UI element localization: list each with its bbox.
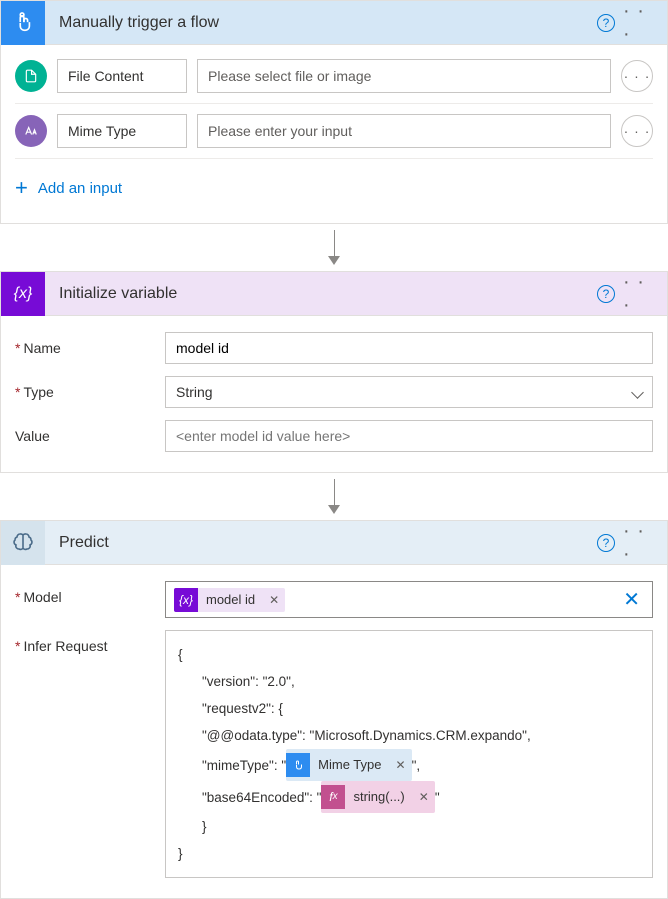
trigger-card: Manually trigger a flow ? · · · File Con…	[0, 0, 668, 224]
touch-icon	[286, 753, 310, 777]
variable-title: Initialize variable	[45, 285, 597, 303]
predict-title: Predict	[45, 534, 597, 552]
code-line: "mimeType": " Mime Type ✕ ",	[178, 749, 640, 781]
more-menu-icon[interactable]: · · ·	[623, 527, 655, 559]
touch-icon	[1, 1, 45, 45]
name-label: Name	[15, 332, 155, 356]
file-content-row: File Content Please select file or image…	[15, 55, 653, 104]
help-icon[interactable]: ?	[597, 14, 615, 32]
connector-arrow	[0, 473, 668, 520]
predict-card: Predict ? · · · Model {x} model id ✕ ✕ I…	[0, 520, 668, 899]
value-input[interactable]	[165, 420, 653, 452]
code-line: "base64Encoded": " fx string(...) ✕ "	[178, 781, 640, 813]
model-row: Model {x} model id ✕ ✕	[15, 575, 653, 624]
code-line: {	[178, 641, 640, 668]
value-row: Value	[15, 414, 653, 458]
token-label: string(...)	[345, 781, 412, 813]
brain-icon	[1, 521, 45, 565]
chevron-down-icon	[633, 384, 642, 400]
code-line: "version": "2.0",	[178, 668, 640, 695]
mime-type-label[interactable]: Mime Type	[57, 114, 187, 148]
expression-token[interactable]: fx string(...) ✕	[321, 781, 434, 813]
code-line: "@@odata.type": "Microsoft.Dynamics.CRM.…	[178, 722, 640, 749]
type-row: Type String	[15, 370, 653, 414]
trigger-title: Manually trigger a flow	[45, 14, 597, 32]
mime-type-row: Mime Type Please enter your input · · ·	[15, 104, 653, 159]
variable-icon: {x}	[174, 588, 198, 612]
model-id-token[interactable]: {x} model id ✕	[174, 588, 285, 612]
plus-icon: +	[15, 175, 28, 201]
add-input-button[interactable]: + Add an input	[15, 159, 653, 209]
variable-card: {x} Initialize variable ? · · · Name Typ…	[0, 271, 668, 473]
infer-request-input[interactable]: { "version": "2.0", "requestv2": { "@@od…	[165, 630, 653, 878]
fx-icon: fx	[321, 785, 345, 809]
add-input-label: Add an input	[38, 180, 122, 197]
file-content-input[interactable]: Please select file or image	[197, 59, 611, 93]
model-label: Model	[15, 581, 155, 605]
code-line: }	[178, 840, 640, 867]
more-menu-icon[interactable]: · · ·	[623, 7, 655, 39]
predict-body: Model {x} model id ✕ ✕ Infer Request { "…	[1, 565, 667, 898]
trigger-body: File Content Please select file or image…	[1, 45, 667, 223]
trigger-header[interactable]: Manually trigger a flow ? · · ·	[1, 1, 667, 45]
help-icon[interactable]: ?	[597, 285, 615, 303]
file-content-label[interactable]: File Content	[57, 59, 187, 93]
token-label: Mime Type	[310, 749, 389, 781]
variable-icon: {x}	[1, 272, 45, 316]
row-more-icon[interactable]: · · ·	[621, 115, 653, 147]
connector-arrow	[0, 224, 668, 271]
mime-type-input[interactable]: Please enter your input	[197, 114, 611, 148]
text-icon	[15, 115, 47, 147]
variable-body: Name Type String Value	[1, 316, 667, 472]
help-icon[interactable]: ?	[597, 534, 615, 552]
code-line: "requestv2": {	[178, 695, 640, 722]
mime-type-token[interactable]: Mime Type ✕	[286, 749, 411, 781]
clear-icon[interactable]: ✕	[619, 587, 644, 612]
type-select[interactable]: String	[165, 376, 653, 408]
name-row: Name	[15, 326, 653, 370]
code-line: }	[178, 813, 640, 840]
variable-header[interactable]: {x} Initialize variable ? · · ·	[1, 272, 667, 316]
value-label: Value	[15, 420, 155, 444]
type-value: String	[176, 384, 213, 400]
infer-row: Infer Request { "version": "2.0", "reque…	[15, 624, 653, 884]
row-more-icon[interactable]: · · ·	[621, 60, 653, 92]
token-remove-icon[interactable]: ✕	[413, 785, 435, 809]
predict-header[interactable]: Predict ? · · ·	[1, 521, 667, 565]
token-label: model id	[198, 589, 263, 610]
token-remove-icon[interactable]: ✕	[263, 593, 285, 607]
name-input[interactable]	[165, 332, 653, 364]
infer-label: Infer Request	[15, 630, 155, 654]
type-label: Type	[15, 376, 155, 400]
token-remove-icon[interactable]: ✕	[390, 753, 412, 777]
more-menu-icon[interactable]: · · ·	[623, 278, 655, 310]
file-icon	[15, 60, 47, 92]
model-input[interactable]: {x} model id ✕ ✕	[165, 581, 653, 618]
